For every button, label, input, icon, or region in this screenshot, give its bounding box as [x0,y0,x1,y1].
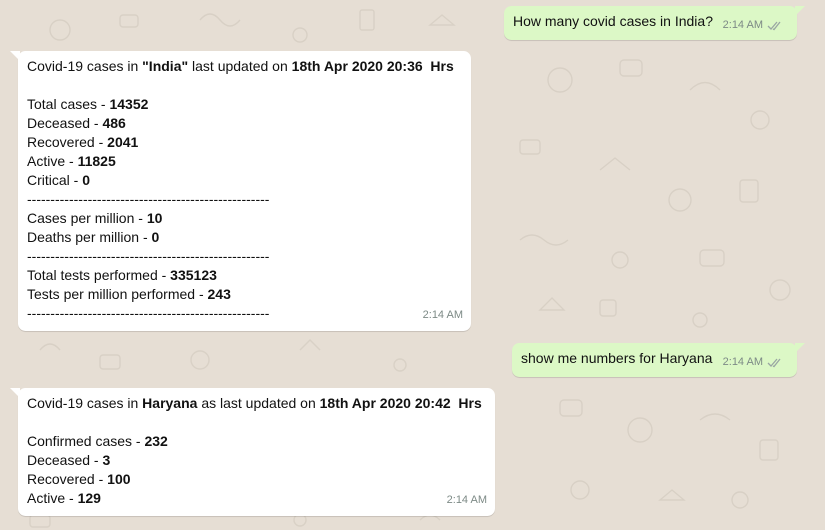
stat-line: Total cases - 14352 [27,96,149,112]
stat-line: Cases per million - 10 [27,210,163,226]
separator: ----------------------------------------… [27,305,270,321]
message-text: How many covid cases in India? [513,13,713,29]
message-meta: 2:14 AM [723,16,783,35]
stat-line: Recovered - 2041 [27,134,139,150]
stat-line: Total tests performed - 335123 [27,267,217,283]
message-time: 2:14 AM [422,309,463,321]
message-time: 2:14 AM [446,494,487,506]
double-check-icon [767,21,781,31]
incoming-message[interactable]: Covid-19 cases in "India" last updated o… [10,51,471,331]
separator: ----------------------------------------… [27,248,270,264]
message-meta: 2:14 AM [423,306,463,325]
stat-line: Tests per million performed - 243 [27,286,231,302]
message-intro: Covid-19 cases in "India" last updated o… [27,58,454,74]
double-check-icon [767,358,781,368]
stat-line: Confirmed cases - 232 [27,433,168,449]
separator: ----------------------------------------… [27,191,270,207]
stat-line: Active - 129 [27,490,101,506]
stat-line: Recovered - 100 [27,471,131,487]
stat-line: Deaths per million - 0 [27,229,160,245]
message-time: 2:14 AM [722,19,763,31]
outgoing-message[interactable]: show me numbers for Haryana 2:14 AM [512,343,805,377]
message-meta: 2:14 AM [723,353,783,372]
message-time: 2:14 AM [722,356,763,368]
stat-line: Active - 11825 [27,153,116,169]
message-meta: 2:14 AM [447,491,487,510]
message-text: show me numbers for Haryana [521,350,713,366]
stat-line: Critical - 0 [27,172,91,188]
stat-line: Deceased - 486 [27,115,126,131]
stat-line: Deceased - 3 [27,452,111,468]
outgoing-message[interactable]: How many covid cases in India? 2:14 AM [504,6,805,40]
message-intro: Covid-19 cases in Haryana as last update… [27,395,482,411]
incoming-message[interactable]: Covid-19 cases in Haryana as last update… [10,388,495,516]
